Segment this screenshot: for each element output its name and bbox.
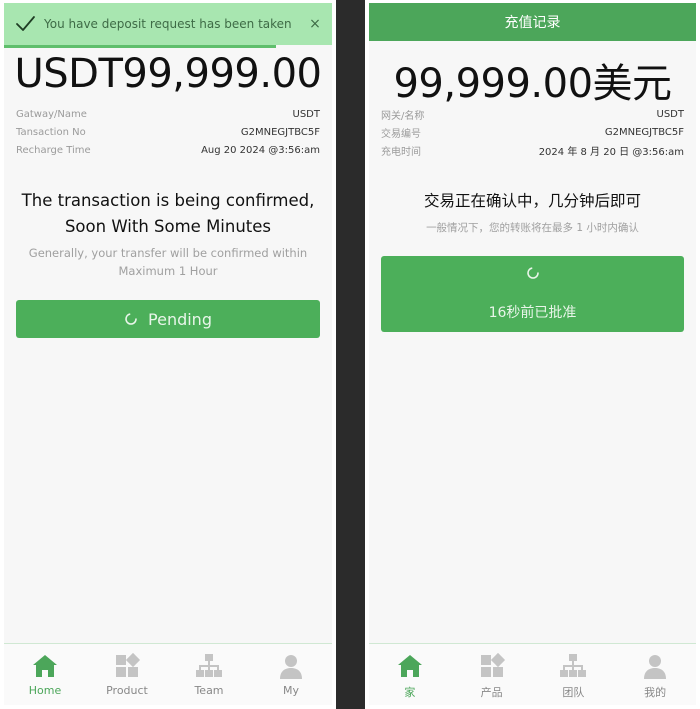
phone-screen-english: You have deposit request has been taken … [0, 0, 336, 709]
approved-button-label: 16秒前已批准 [488, 305, 577, 321]
detail-value: Aug 20 2024 @3:56:am [201, 144, 320, 156]
toast-close-icon[interactable]: × [308, 16, 322, 32]
detail-value: G2MNEGJTBC5F [240, 126, 320, 138]
product-grid-icon [480, 652, 505, 677]
toast-progress-bar [4, 45, 277, 48]
detail-value: 2024 年 8 月 20 日 @3:56:am [538, 146, 684, 158]
detail-label: Gatway/Name [16, 108, 87, 120]
product-grid-icon [116, 652, 141, 677]
deposit-amount: USDT99,999.00 [14, 51, 322, 97]
loading-spinner-icon [526, 267, 539, 279]
team-org-icon [196, 654, 222, 677]
detail-row-gateway: 网关/名称 USDT [381, 105, 684, 123]
phone-screen-chinese: 充值记录 99,999.00美元 网关/名称 USDT 交易编号 G2MNEGJ… [365, 0, 700, 709]
tab-label: Home [28, 684, 62, 697]
bottom-tab-bar: Home Product Team My [4, 643, 332, 705]
page-header: 充值记录 [369, 3, 696, 41]
tab-label: 我的 [644, 686, 667, 699]
detail-label: 交易编号 [381, 128, 421, 140]
detail-row-transaction-no: Tansaction No G2MNEGJTBC5F [16, 123, 320, 141]
status-subtitle: Generally, your transfer will be confirm… [28, 246, 308, 278]
status-title: The transaction is being confirmed, Soon… [21, 191, 315, 236]
detail-value: G2MNEGJTBC5F [604, 126, 684, 138]
page-title: 充值记录 [504, 15, 561, 31]
tab-my[interactable]: 我的 [614, 644, 696, 705]
screen-content: 充值记录 99,999.00美元 网关/名称 USDT 交易编号 G2MNEGJ… [369, 3, 696, 705]
toast-message: You have deposit request has been taken [44, 17, 292, 31]
tab-home[interactable]: 家 [369, 644, 451, 705]
team-org-icon [560, 654, 587, 677]
check-icon [16, 16, 35, 31]
status-title: 交易正在确认中，几分钟后即可 [423, 192, 641, 210]
tab-label: Team [194, 684, 224, 697]
detail-value: USDT [292, 108, 320, 120]
tab-label: 产品 [480, 686, 503, 699]
bottom-tab-bar: 家 产品 团队 我的 [369, 643, 696, 705]
detail-row-recharge-time: Recharge Time Aug 20 2024 @3:56:am [16, 141, 320, 159]
loading-spinner-icon [125, 313, 137, 325]
detail-label: 充电时间 [381, 146, 421, 158]
tab-label: 家 [404, 686, 416, 699]
detail-label: Recharge Time [16, 144, 91, 156]
detail-value: USDT [656, 108, 684, 120]
user-icon [644, 655, 667, 679]
tab-team[interactable]: Team [168, 644, 250, 705]
deposit-amount: 99,999.00美元 [393, 61, 672, 107]
detail-row-gateway: Gatway/Name USDT [16, 105, 320, 123]
tab-label: 团队 [562, 686, 585, 699]
pending-button[interactable]: Pending [16, 300, 320, 338]
tab-my[interactable]: My [250, 644, 332, 705]
status-subtitle: 一般情况下，您的转账将在最多 1 小时内确认 [426, 222, 639, 234]
transaction-details: 网关/名称 USDT 交易编号 G2MNEGJTBC5F 充电时间 2024 年… [381, 105, 684, 159]
detail-label: Tansaction No [16, 126, 86, 138]
tab-home[interactable]: Home [4, 644, 86, 705]
detail-row-transaction-no: 交易编号 G2MNEGJTBC5F [381, 123, 684, 141]
approved-button[interactable]: 16秒前已批准 [381, 256, 684, 332]
pending-button-label: Pending [148, 309, 212, 329]
screen-content: You have deposit request has been taken … [4, 3, 332, 705]
tab-product[interactable]: 产品 [451, 644, 533, 705]
tab-team[interactable]: 团队 [533, 644, 615, 705]
tab-label: My [282, 684, 299, 697]
tab-product[interactable]: Product [86, 644, 168, 705]
detail-row-recharge-time: 充电时间 2024 年 8 月 20 日 @3:56:am [381, 141, 684, 159]
detail-label: 网关/名称 [381, 110, 425, 122]
home-icon [397, 655, 422, 677]
tab-label: Product [106, 684, 148, 697]
transaction-details: Gatway/Name USDT Tansaction No G2MNEGJTB… [16, 105, 320, 159]
user-icon [280, 655, 302, 679]
home-icon [33, 655, 57, 677]
success-toast: You have deposit request has been taken … [4, 3, 332, 45]
